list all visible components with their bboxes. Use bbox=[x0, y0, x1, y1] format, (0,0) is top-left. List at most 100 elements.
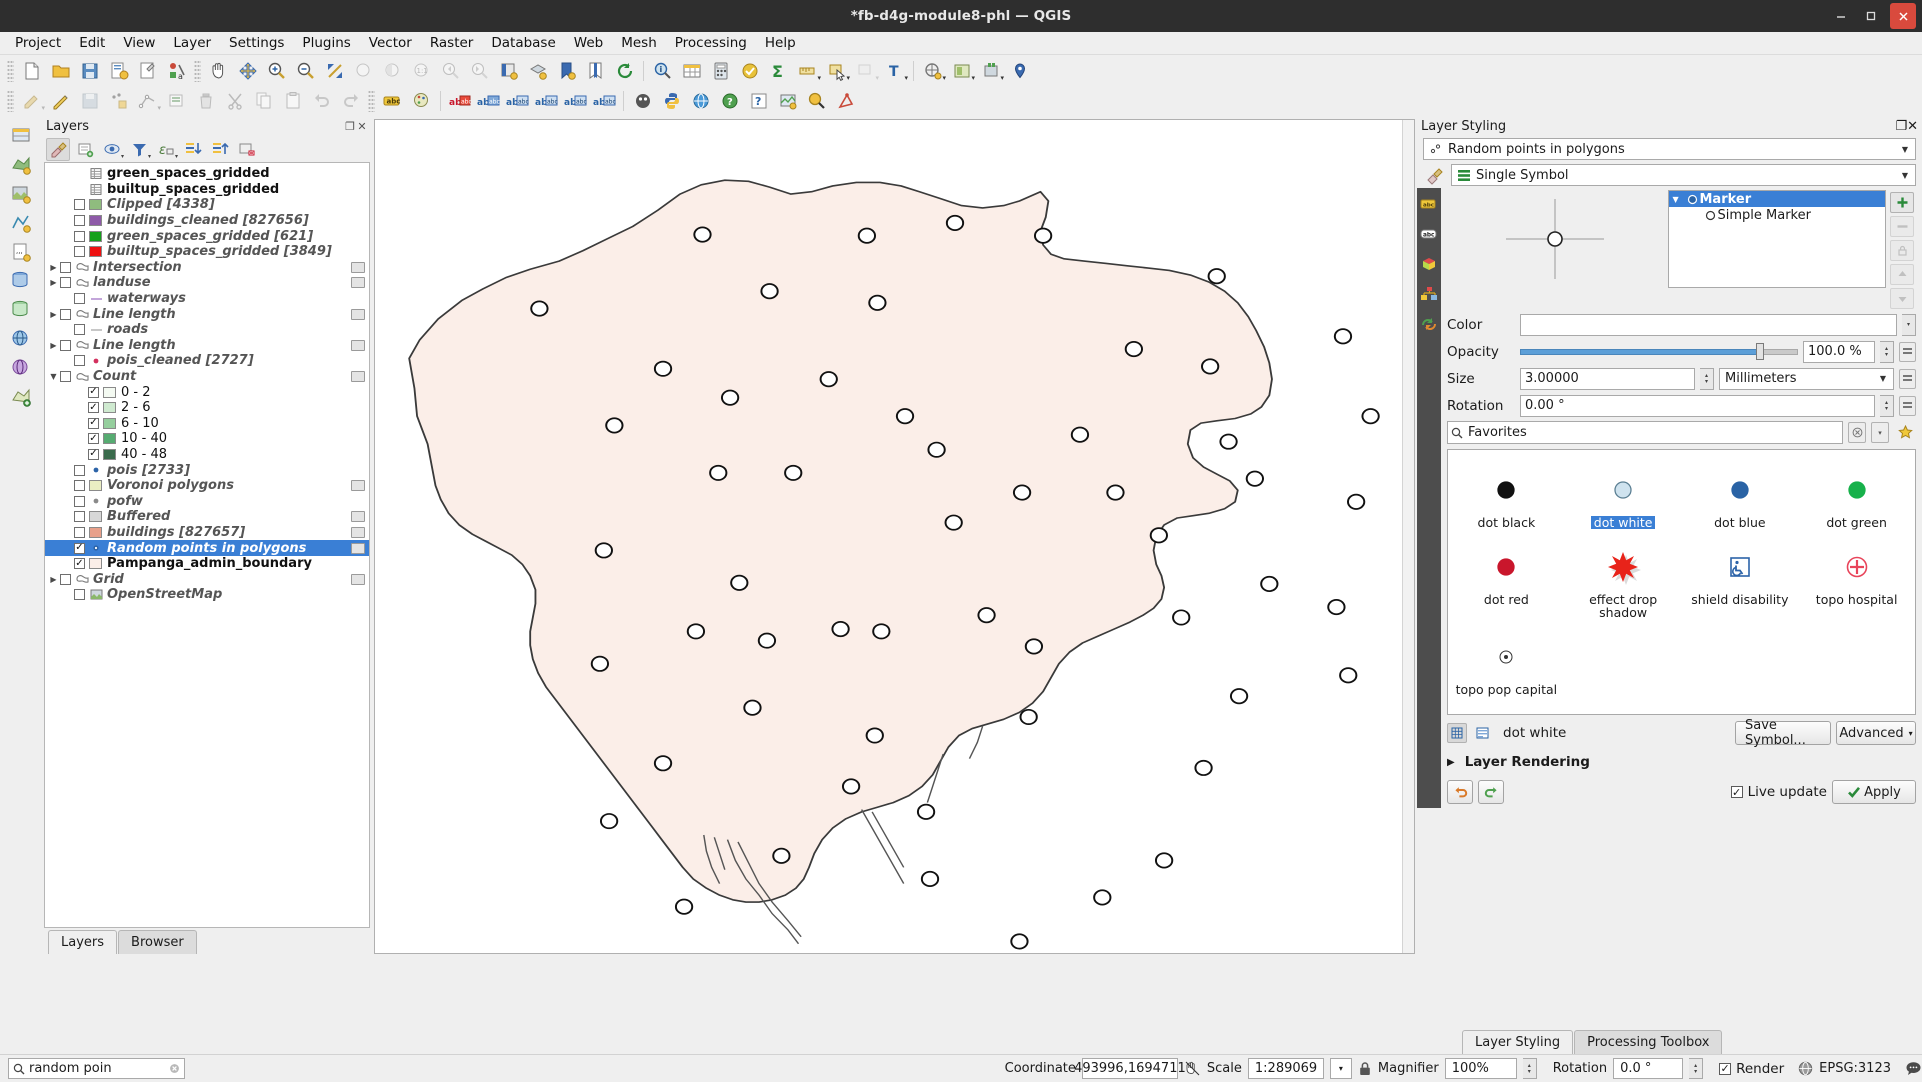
layer-edit-indicator[interactable] bbox=[351, 309, 365, 320]
layer-row[interactable]: ✓0 - 2 bbox=[45, 384, 369, 400]
panel-float-icon[interactable]: ❐ bbox=[344, 120, 356, 133]
add-delimited-text-layer-icon[interactable]: ,,, bbox=[8, 239, 35, 265]
add-spatialite-layer-icon[interactable] bbox=[8, 297, 35, 323]
georeferencer-icon[interactable] bbox=[774, 88, 801, 114]
add-postgis-layer-icon[interactable] bbox=[8, 268, 35, 294]
open-attribute-table-icon[interactable] bbox=[678, 58, 705, 84]
expander-icon[interactable]: ▼ bbox=[1673, 195, 1685, 204]
layer-row[interactable]: ▶Intersection bbox=[45, 260, 369, 276]
layer-visibility-checkbox[interactable] bbox=[74, 199, 85, 210]
layer-row[interactable]: Clipped [4338] bbox=[45, 197, 369, 213]
menu-processing[interactable]: Processing bbox=[666, 33, 756, 53]
open-layer-styling-panel-icon[interactable] bbox=[46, 138, 70, 161]
rotation-field[interactable]: 0.0 ° bbox=[1613, 1058, 1683, 1079]
layer-visibility-checkbox[interactable] bbox=[74, 355, 85, 366]
move-symbol-layer-up-button[interactable] bbox=[1890, 264, 1914, 285]
labels-tab-icon[interactable]: abc bbox=[1420, 194, 1439, 213]
layer-edit-indicator[interactable] bbox=[351, 262, 365, 273]
magnifier-spinner[interactable]: ▴▾ bbox=[1523, 1058, 1537, 1079]
layer-visibility-checkbox[interactable]: ✓ bbox=[88, 402, 99, 413]
layer-row[interactable]: ▶Line length bbox=[45, 306, 369, 322]
icon-view-button[interactable] bbox=[1447, 723, 1467, 743]
move-symbol-layer-down-button[interactable] bbox=[1890, 288, 1914, 309]
layers-tree[interactable]: green_spaces_gridded builtup_spaces_gridd… bbox=[44, 162, 370, 928]
layer-visibility-checkbox[interactable] bbox=[60, 371, 71, 382]
lock-symbol-layer-button[interactable] bbox=[1890, 240, 1914, 261]
layer-visibility-checkbox[interactable] bbox=[74, 527, 85, 538]
refresh-icon[interactable] bbox=[611, 58, 638, 84]
style-paint-icon[interactable] bbox=[408, 88, 435, 114]
layer-visibility-checkbox[interactable] bbox=[74, 465, 85, 476]
layer-edit-indicator[interactable] bbox=[351, 574, 365, 585]
layer-visibility-checkbox[interactable] bbox=[60, 262, 71, 273]
opacity-slider[interactable] bbox=[1520, 341, 1798, 363]
layer-row[interactable]: OpenStreetMap bbox=[45, 587, 369, 603]
identify-features-icon[interactable]: i bbox=[649, 58, 676, 84]
3d-view-tab-icon[interactable] bbox=[1420, 254, 1439, 273]
field-calculator-icon[interactable] bbox=[707, 58, 734, 84]
pin-labels-icon[interactable]: ababc bbox=[475, 88, 502, 114]
scale-dropdown-button[interactable]: ▾ bbox=[1330, 1058, 1352, 1079]
undo-style-button[interactable] bbox=[1447, 780, 1473, 804]
toolbar-grip[interactable] bbox=[194, 60, 201, 82]
layer-visibility-checkbox[interactable] bbox=[74, 246, 85, 257]
symbol-gallery[interactable]: dot blackdot whitedot bluedot greendot r… bbox=[1447, 449, 1916, 715]
symbol-gallery-item[interactable]: topo hospital bbox=[1798, 539, 1915, 629]
layer-row[interactable]: builtup_spaces_gridded [3849] bbox=[45, 244, 369, 260]
show-layout-manager-icon[interactable]: ▾ bbox=[948, 58, 975, 84]
layer-row[interactable]: ✓Pampanga_admin_boundary bbox=[45, 556, 369, 572]
size-spinner[interactable]: ▴▾ bbox=[1700, 368, 1714, 390]
layer-row[interactable]: green_spaces_gridded bbox=[45, 166, 369, 182]
layer-visibility-checkbox[interactable]: ✓ bbox=[88, 449, 99, 460]
save-layer-edits-icon[interactable] bbox=[76, 88, 103, 114]
layer-visibility-checkbox[interactable]: ✓ bbox=[74, 543, 85, 554]
layer-visibility-checkbox[interactable] bbox=[60, 309, 71, 320]
layer-row[interactable]: ▼Count bbox=[45, 369, 369, 385]
render-checkbox[interactable]: ✓ bbox=[1719, 1063, 1731, 1075]
menu-edit[interactable]: Edit bbox=[70, 33, 114, 53]
new-map-view-icon[interactable] bbox=[495, 58, 522, 84]
metasearch-icon[interactable] bbox=[687, 88, 714, 114]
layer-visibility-checkbox[interactable] bbox=[74, 589, 85, 600]
add-raster-layer-icon[interactable] bbox=[8, 181, 35, 207]
redo-style-button[interactable] bbox=[1478, 780, 1504, 804]
layer-row[interactable]: buildings_cleaned [827656] bbox=[45, 213, 369, 229]
add-to-favorites-icon[interactable] bbox=[1894, 422, 1916, 443]
symbol-layer-tree[interactable]: ▼MarkerSimple Marker bbox=[1668, 190, 1887, 288]
layer-edit-indicator[interactable] bbox=[351, 277, 365, 288]
opacity-value-field[interactable]: 100.0 % bbox=[1803, 341, 1875, 363]
masks-tab-icon[interactable]: abc bbox=[1420, 224, 1439, 243]
advanced-button[interactable]: Advanced ▾ bbox=[1836, 721, 1916, 745]
vertex-tool-icon[interactable]: ▾ bbox=[134, 88, 161, 114]
layer-row[interactable]: green_spaces_gridded [621] bbox=[45, 228, 369, 244]
toggle-editing-icon[interactable] bbox=[47, 88, 74, 114]
layer-row[interactable]: buildings [827657] bbox=[45, 525, 369, 541]
expander-icon[interactable]: ▼ bbox=[47, 372, 60, 381]
zoom-in-icon[interactable] bbox=[263, 58, 290, 84]
size-value-field[interactable]: 3.00000 bbox=[1520, 368, 1695, 390]
layer-row[interactable]: ▶Line length bbox=[45, 338, 369, 354]
remove-layer-icon[interactable] bbox=[235, 138, 259, 161]
map-tips-icon[interactable] bbox=[736, 58, 763, 84]
layer-visibility-checkbox[interactable] bbox=[74, 511, 85, 522]
open-project-icon[interactable] bbox=[47, 58, 74, 84]
menu-plugins[interactable]: Plugins bbox=[293, 33, 359, 53]
new-shapefile-layer-icon[interactable] bbox=[8, 384, 35, 410]
help-contents-icon[interactable]: ? bbox=[745, 88, 772, 114]
layer-visibility-checkbox[interactable] bbox=[74, 231, 85, 242]
symbol-gallery-item[interactable]: effect drop shadow bbox=[1565, 539, 1682, 629]
move-label-icon[interactable]: ababc bbox=[533, 88, 560, 114]
color-dropdown-arrow[interactable]: ▾ bbox=[1902, 314, 1916, 336]
add-location-icon[interactable] bbox=[1006, 58, 1033, 84]
add-symbol-layer-button[interactable] bbox=[1890, 192, 1914, 213]
layer-edit-indicator[interactable] bbox=[351, 340, 365, 351]
symbol-layer-row[interactable]: Simple Marker bbox=[1669, 207, 1886, 223]
layer-visibility-checkbox[interactable]: ✓ bbox=[88, 433, 99, 444]
add-wms-layer-icon[interactable] bbox=[8, 326, 35, 352]
expander-icon[interactable]: ▶ bbox=[47, 263, 60, 272]
symbol-search-input[interactable]: Favorites bbox=[1447, 421, 1843, 444]
symbol-gallery-item[interactable]: dot blue bbox=[1682, 462, 1799, 539]
layer-visibility-checkbox[interactable] bbox=[60, 277, 71, 288]
change-label-icon[interactable]: ababc bbox=[591, 88, 618, 114]
show-bookmarks-icon[interactable] bbox=[582, 58, 609, 84]
